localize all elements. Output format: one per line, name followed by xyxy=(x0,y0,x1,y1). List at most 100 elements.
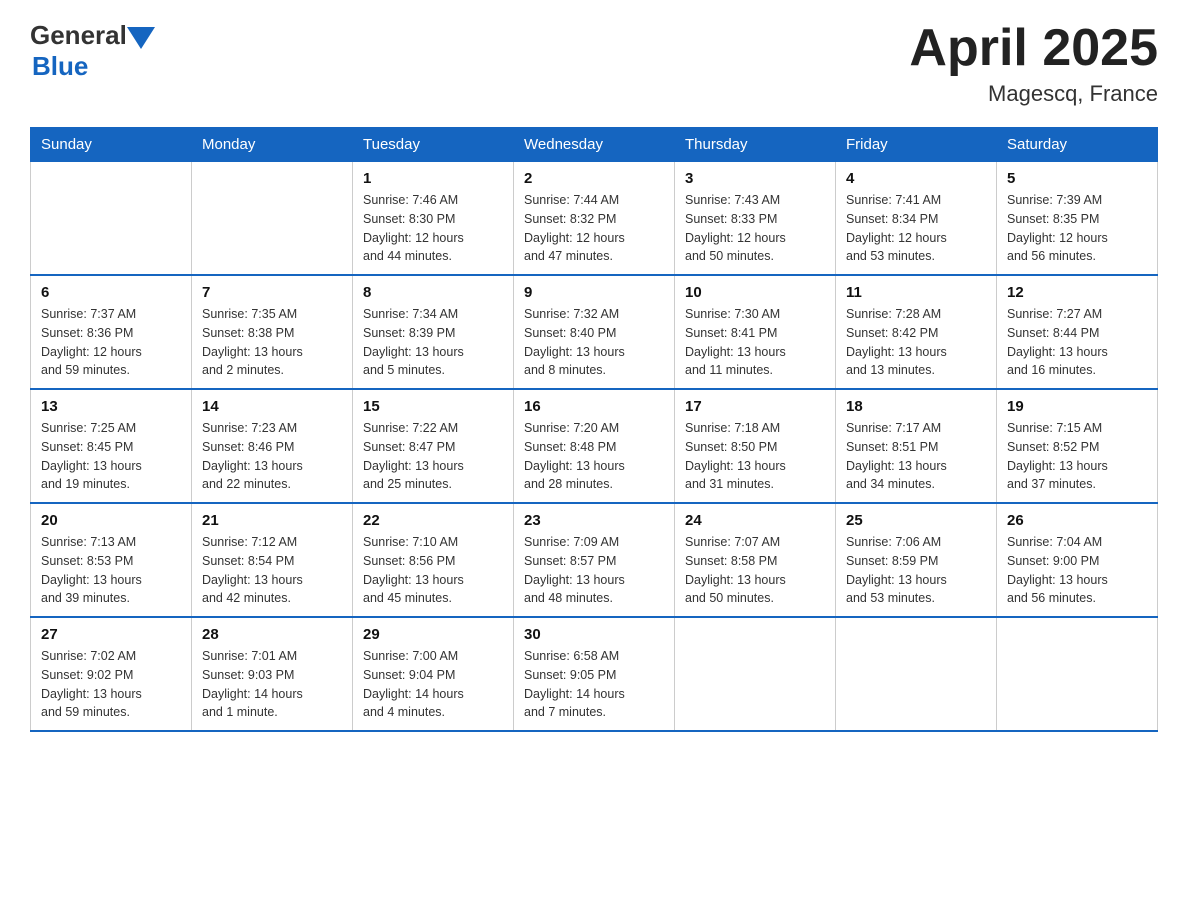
calendar-cell xyxy=(675,617,836,731)
logo-triangle-icon xyxy=(127,27,155,49)
day-number: 24 xyxy=(685,512,825,529)
day-number: 5 xyxy=(1007,170,1147,187)
day-number: 3 xyxy=(685,170,825,187)
day-info: Sunrise: 7:01 AM Sunset: 9:03 PM Dayligh… xyxy=(202,647,342,722)
day-number: 21 xyxy=(202,512,342,529)
day-info: Sunrise: 7:43 AM Sunset: 8:33 PM Dayligh… xyxy=(685,191,825,266)
calendar-title: April 2025 xyxy=(909,20,1158,77)
day-info: Sunrise: 7:32 AM Sunset: 8:40 PM Dayligh… xyxy=(524,305,664,380)
calendar-cell xyxy=(192,162,353,276)
calendar-cell: 6 Sunrise: 7:37 AM Sunset: 8:36 PM Daylig… xyxy=(31,275,192,389)
calendar-week-row: 20Sunrise: 7:13 AM Sunset: 8:53 PM Dayli… xyxy=(31,503,1158,617)
day-info: Sunrise: 7:18 AM Sunset: 8:50 PM Dayligh… xyxy=(685,419,825,494)
calendar-subtitle: Magescq, France xyxy=(909,81,1158,107)
calendar-cell: 23Sunrise: 7:09 AM Sunset: 8:57 PM Dayli… xyxy=(514,503,675,617)
day-number: 26 xyxy=(1007,512,1147,529)
calendar-cell: 14 Sunrise: 7:23 AM Sunset: 8:46 PM Dayli… xyxy=(192,389,353,503)
calendar-cell: 9 Sunrise: 7:32 AM Sunset: 8:40 PM Daylig… xyxy=(514,275,675,389)
header-friday: Friday xyxy=(836,128,997,162)
calendar-cell: 27 Sunrise: 7:02 AM Sunset: 9:02 PM Dayli… xyxy=(31,617,192,731)
day-info: Sunrise: 7:15 AM Sunset: 8:52 PM Dayligh… xyxy=(1007,419,1147,494)
day-info: Sunrise: 7:22 AM Sunset: 8:47 PM Dayligh… xyxy=(363,419,503,494)
day-info: Sunrise: 7:39 AM Sunset: 8:35 PM Dayligh… xyxy=(1007,191,1147,266)
day-number: 15 xyxy=(363,398,503,415)
logo-blue: Blue xyxy=(32,51,88,82)
day-number: 22 xyxy=(363,512,503,529)
logo-general: General xyxy=(30,20,127,51)
calendar-week-row: 6 Sunrise: 7:37 AM Sunset: 8:36 PM Daylig… xyxy=(31,275,1158,389)
day-info: Sunrise: 7:30 AM Sunset: 8:41 PM Dayligh… xyxy=(685,305,825,380)
header-monday: Monday xyxy=(192,128,353,162)
calendar-cell: 24 Sunrise: 7:07 AM Sunset: 8:58 PM Dayli… xyxy=(675,503,836,617)
day-info: Sunrise: 7:12 AM Sunset: 8:54 PM Dayligh… xyxy=(202,533,342,608)
calendar-week-row: 27 Sunrise: 7:02 AM Sunset: 9:02 PM Dayli… xyxy=(31,617,1158,731)
day-number: 7 xyxy=(202,284,342,301)
day-info: Sunrise: 7:07 AM Sunset: 8:58 PM Dayligh… xyxy=(685,533,825,608)
header-tuesday: Tuesday xyxy=(353,128,514,162)
day-number: 27 xyxy=(41,626,181,643)
day-number: 12 xyxy=(1007,284,1147,301)
day-info: Sunrise: 7:23 AM Sunset: 8:46 PM Dayligh… xyxy=(202,419,342,494)
calendar-cell: 22Sunrise: 7:10 AM Sunset: 8:56 PM Dayli… xyxy=(353,503,514,617)
calendar-cell: 19 Sunrise: 7:15 AM Sunset: 8:52 PM Dayli… xyxy=(997,389,1158,503)
day-number: 6 xyxy=(41,284,181,301)
title-block: April 2025 Magescq, France xyxy=(909,20,1158,107)
calendar-cell: 17Sunrise: 7:18 AM Sunset: 8:50 PM Dayli… xyxy=(675,389,836,503)
calendar-cell xyxy=(31,162,192,276)
calendar-cell: 1Sunrise: 7:46 AM Sunset: 8:30 PM Daylig… xyxy=(353,162,514,276)
calendar-week-row: 1Sunrise: 7:46 AM Sunset: 8:30 PM Daylig… xyxy=(31,162,1158,276)
calendar-cell: 28 Sunrise: 7:01 AM Sunset: 9:03 PM Dayli… xyxy=(192,617,353,731)
day-number: 16 xyxy=(524,398,664,415)
day-number: 1 xyxy=(363,170,503,187)
day-info: Sunrise: 7:35 AM Sunset: 8:38 PM Dayligh… xyxy=(202,305,342,380)
day-info: Sunrise: 7:41 AM Sunset: 8:34 PM Dayligh… xyxy=(846,191,986,266)
day-number: 29 xyxy=(363,626,503,643)
calendar-cell: 18Sunrise: 7:17 AM Sunset: 8:51 PM Dayli… xyxy=(836,389,997,503)
day-number: 30 xyxy=(524,626,664,643)
calendar-cell: 12Sunrise: 7:27 AM Sunset: 8:44 PM Dayli… xyxy=(997,275,1158,389)
day-info: Sunrise: 7:13 AM Sunset: 8:53 PM Dayligh… xyxy=(41,533,181,608)
day-number: 4 xyxy=(846,170,986,187)
calendar-week-row: 13 Sunrise: 7:25 AM Sunset: 8:45 PM Dayli… xyxy=(31,389,1158,503)
day-number: 23 xyxy=(524,512,664,529)
day-info: Sunrise: 7:02 AM Sunset: 9:02 PM Dayligh… xyxy=(41,647,181,722)
day-number: 28 xyxy=(202,626,342,643)
day-info: Sunrise: 7:04 AM Sunset: 9:00 PM Dayligh… xyxy=(1007,533,1147,608)
calendar-cell: 8Sunrise: 7:34 AM Sunset: 8:39 PM Daylig… xyxy=(353,275,514,389)
header-sunday: Sunday xyxy=(31,128,192,162)
calendar-cell: 16 Sunrise: 7:20 AM Sunset: 8:48 PM Dayli… xyxy=(514,389,675,503)
day-number: 10 xyxy=(685,284,825,301)
calendar-cell: 5 Sunrise: 7:39 AM Sunset: 8:35 PM Daylig… xyxy=(997,162,1158,276)
day-info: Sunrise: 7:44 AM Sunset: 8:32 PM Dayligh… xyxy=(524,191,664,266)
day-info: Sunrise: 7:00 AM Sunset: 9:04 PM Dayligh… xyxy=(363,647,503,722)
header-thursday: Thursday xyxy=(675,128,836,162)
day-info: Sunrise: 7:37 AM Sunset: 8:36 PM Dayligh… xyxy=(41,305,181,380)
calendar-header-row: SundayMondayTuesdayWednesdayThursdayFrid… xyxy=(31,128,1158,162)
logo: General Blue xyxy=(30,20,155,82)
calendar-cell: 2 Sunrise: 7:44 AM Sunset: 8:32 PM Daylig… xyxy=(514,162,675,276)
calendar-cell: 26 Sunrise: 7:04 AM Sunset: 9:00 PM Dayli… xyxy=(997,503,1158,617)
calendar-cell: 7 Sunrise: 7:35 AM Sunset: 8:38 PM Daylig… xyxy=(192,275,353,389)
calendar-cell xyxy=(836,617,997,731)
calendar-cell: 25Sunrise: 7:06 AM Sunset: 8:59 PM Dayli… xyxy=(836,503,997,617)
day-info: Sunrise: 7:28 AM Sunset: 8:42 PM Dayligh… xyxy=(846,305,986,380)
calendar-cell: 20Sunrise: 7:13 AM Sunset: 8:53 PM Dayli… xyxy=(31,503,192,617)
day-number: 14 xyxy=(202,398,342,415)
day-number: 2 xyxy=(524,170,664,187)
header-saturday: Saturday xyxy=(997,128,1158,162)
calendar-cell: 11Sunrise: 7:28 AM Sunset: 8:42 PM Dayli… xyxy=(836,275,997,389)
day-number: 19 xyxy=(1007,398,1147,415)
day-info: Sunrise: 7:06 AM Sunset: 8:59 PM Dayligh… xyxy=(846,533,986,608)
header-wednesday: Wednesday xyxy=(514,128,675,162)
calendar-table: SundayMondayTuesdayWednesdayThursdayFrid… xyxy=(30,127,1158,732)
day-number: 13 xyxy=(41,398,181,415)
calendar-cell xyxy=(997,617,1158,731)
calendar-cell: 29 Sunrise: 7:00 AM Sunset: 9:04 PM Dayli… xyxy=(353,617,514,731)
day-info: Sunrise: 7:34 AM Sunset: 8:39 PM Dayligh… xyxy=(363,305,503,380)
calendar-cell: 13 Sunrise: 7:25 AM Sunset: 8:45 PM Dayli… xyxy=(31,389,192,503)
day-info: Sunrise: 7:25 AM Sunset: 8:45 PM Dayligh… xyxy=(41,419,181,494)
calendar-cell: 4 Sunrise: 7:41 AM Sunset: 8:34 PM Daylig… xyxy=(836,162,997,276)
day-info: Sunrise: 6:58 AM Sunset: 9:05 PM Dayligh… xyxy=(524,647,664,722)
day-info: Sunrise: 7:20 AM Sunset: 8:48 PM Dayligh… xyxy=(524,419,664,494)
day-number: 9 xyxy=(524,284,664,301)
